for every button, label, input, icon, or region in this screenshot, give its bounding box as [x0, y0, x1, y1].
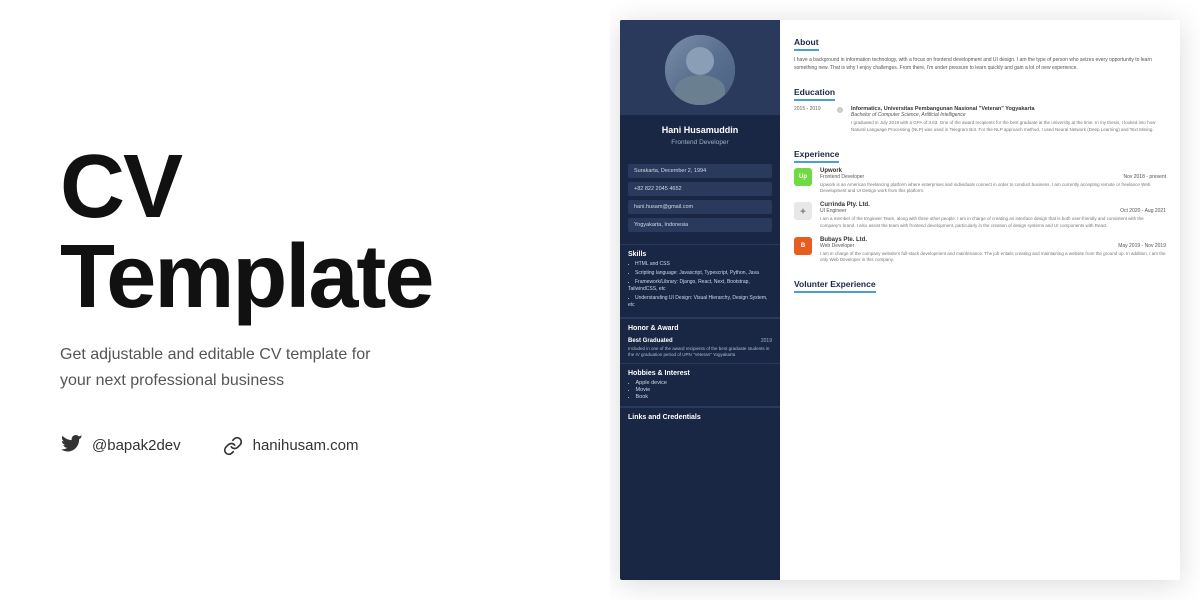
twitter-handle: @bapak2dev — [92, 437, 181, 454]
cv-avatar-area — [620, 20, 780, 115]
cv-exp-desc: I am in charge of the company website's … — [820, 251, 1166, 265]
cv-hobbies-title: Hobbies & Interest — [620, 363, 780, 380]
cv-links-title: Links and Credentials — [620, 407, 780, 424]
cv-award-title: Honor & Award — [620, 318, 780, 335]
cv-experience-title: Experience — [794, 149, 839, 163]
cv-left-column: Hani Husamuddin Frontend Developer Surak… — [620, 20, 780, 580]
cv-edu-dot — [837, 107, 843, 113]
cv-award-desc: Included in one of the award recipients … — [628, 346, 772, 359]
bubays-logo: B — [794, 237, 812, 255]
title-line2: Template — [60, 227, 432, 327]
hobby-item: Book — [628, 394, 772, 400]
cv-experience-section: Experience Up Upwork Frontend Developer … — [794, 144, 1166, 265]
cv-field-location: Surakarta, December 2, 1994 — [628, 164, 772, 178]
skill-item: Understanding UI Design: Visual Hierarch… — [628, 295, 772, 309]
cv-exp-desc: I am a member of the Engineer Team, alon… — [820, 216, 1166, 230]
cv-edu-years: 2015 - 2019 — [794, 106, 829, 134]
twitter-icon — [60, 434, 84, 458]
cv-field-city: Yogyakarta, Indonesia — [628, 218, 772, 232]
cv-award-year: 2019 — [761, 338, 772, 344]
cv-exp-period: Nov 2018 - present — [1123, 174, 1166, 180]
cv-education-section: Education 2015 - 2019 Informatics, Unive… — [794, 82, 1166, 134]
cv-exp-item-currinda: ✦ Currinda Pty. Ltd. UI Engineer Oct 202… — [794, 202, 1166, 230]
cv-exp-role: Web Developer — [820, 243, 854, 249]
cv-person-name: Hani Husamuddin — [630, 125, 770, 137]
cv-volunteer-section: Volunter Experience — [794, 274, 1166, 298]
cv-exp-item-bubays: B Bubays Pte. Ltd. Web Developer May 201… — [794, 237, 1166, 265]
website-url: hanihusam.com — [253, 437, 359, 454]
twitter-link[interactable]: @bapak2dev — [60, 434, 181, 458]
cv-exp-period: May 2019 - Nov 2019 — [1118, 243, 1166, 249]
cv-right-column: About I have a background in information… — [780, 20, 1180, 580]
cv-field-email: hani.husam@gmail.com — [628, 200, 772, 214]
link-icon — [221, 434, 245, 458]
main-title: CV Template — [60, 142, 550, 322]
avatar — [665, 35, 735, 105]
cv-name-area: Hani Husamuddin Frontend Developer — [620, 115, 780, 156]
cv-skills-list: HTML and CSS Scripting language: Javascr… — [620, 261, 780, 317]
hobby-item: Apple device — [628, 380, 772, 386]
cv-person-role: Frontend Developer — [630, 139, 770, 146]
avatar-image — [665, 35, 735, 105]
cv-hobbies-list: Apple device Movie Book — [620, 380, 780, 406]
skill-item: Scripting language: Javascript, Typescri… — [628, 270, 772, 277]
title-line1: CV — [60, 137, 181, 237]
cv-about-text: I have a background in information techn… — [794, 56, 1166, 72]
cv-exp-details-upwork: Upwork Frontend Developer Nov 2018 - pre… — [820, 168, 1166, 196]
cv-edu-degree: Bachelor of Computer Science, Artificial… — [851, 112, 1166, 118]
social-links: @bapak2dev hanihusam.com — [60, 434, 550, 458]
cv-volunteer-title: Volunter Experience — [794, 279, 876, 293]
cv-award-name: Best Graduated — [628, 338, 673, 344]
hobby-item: Movie — [628, 387, 772, 393]
cv-about-title: About — [794, 37, 819, 51]
cv-exp-desc: Upwork is an American freelancing platfo… — [820, 182, 1166, 196]
cv-exp-role: Frontend Developer — [820, 174, 864, 180]
cv-info-fields: Surakarta, December 2, 1994 +82 822 2045… — [620, 156, 780, 244]
subtitle-text: Get adjustable and editable CV template … — [60, 342, 380, 393]
cv-exp-details-currinda: Currinda Pty. Ltd. UI Engineer Oct 2020 … — [820, 202, 1166, 230]
cv-award-section: Honor & Award Best Graduated 2019 Includ… — [620, 317, 780, 364]
cv-exp-period: Oct 2020 - Aug 2021 — [1120, 208, 1166, 214]
cv-exp-item-upwork: Up Upwork Frontend Developer Nov 2018 - … — [794, 168, 1166, 196]
cv-exp-details-bubays: Bubays Pte. Ltd. Web Developer May 2019 … — [820, 237, 1166, 265]
cv-preview: Hani Husamuddin Frontend Developer Surak… — [620, 20, 1180, 580]
upwork-logo: Up — [794, 168, 812, 186]
cv-edu-details: Informatics, Universitas Pembangunan Nas… — [851, 106, 1166, 134]
cv-award-content: Best Graduated 2019 Included in one of t… — [620, 335, 780, 364]
website-link[interactable]: hanihusam.com — [221, 434, 359, 458]
right-panel: Hani Husamuddin Frontend Developer Surak… — [610, 0, 1200, 600]
cv-skills-title: Skills — [620, 244, 780, 261]
cv-about-section: About I have a background in information… — [794, 32, 1166, 72]
cv-edu-item: 2015 - 2019 Informatics, Universitas Pem… — [794, 106, 1166, 134]
cv-links-section: Links and Credentials — [620, 406, 780, 429]
left-panel: CV Template Get adjustable and editable … — [0, 0, 610, 600]
cv-education-title: Education — [794, 87, 835, 101]
skill-item: Framework/Library: Django, React, Next, … — [628, 279, 772, 293]
currinda-logo: ✦ — [794, 202, 812, 220]
skill-item: HTML and CSS — [628, 261, 772, 268]
cv-field-phone: +82 822 2045 4652 — [628, 182, 772, 196]
cv-edu-desc: I graduated in July 2019 with a GPA of 3… — [851, 120, 1166, 134]
cv-exp-role: UI Engineer — [820, 208, 846, 214]
